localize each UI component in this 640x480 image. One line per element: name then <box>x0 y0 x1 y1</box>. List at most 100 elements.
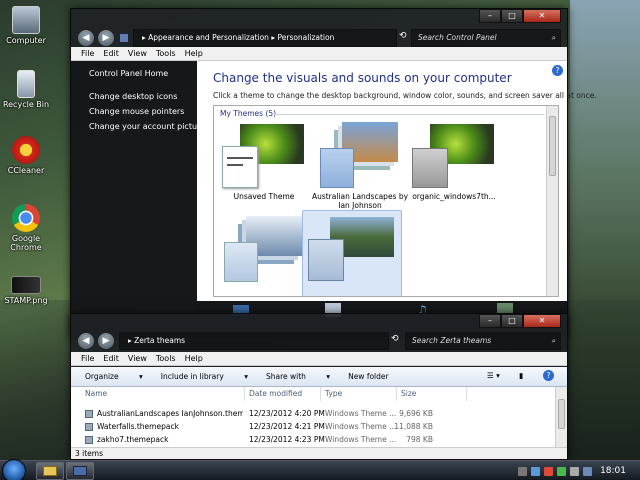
forward-button[interactable]: ▶ <box>97 29 115 47</box>
forward-button[interactable]: ▶ <box>97 332 115 350</box>
file-date: 12/23/2012 4:23 PM <box>249 435 325 444</box>
refresh-icon[interactable]: ⟲ <box>399 31 407 41</box>
theme-file-icon <box>85 410 93 418</box>
file-row[interactable]: AustralianLandscapes IanJohnson.theme...… <box>71 407 555 420</box>
desktop-icon-stamp-png[interactable]: STAMP.png <box>2 276 50 305</box>
theme-tile-4[interactable] <box>214 214 314 284</box>
organize-button[interactable]: Organize ▾ <box>85 372 143 381</box>
include-in-library-button[interactable]: Include in library ▾ <box>161 372 248 381</box>
start-button[interactable] <box>2 459 26 480</box>
theme-tile-australian-landscapes[interactable]: Australian Landscapes by Ian Johnson <box>310 122 410 210</box>
display-icon[interactable] <box>583 466 593 476</box>
minimize-button[interactable]: – <box>479 314 501 328</box>
theme-name: Unsaved Theme <box>233 192 295 201</box>
desktop-icon-computer[interactable]: Computer <box>2 6 50 45</box>
menu-view[interactable]: View <box>128 354 147 363</box>
maximize-button[interactable]: □ <box>501 314 523 328</box>
maximize-button[interactable]: □ <box>501 9 523 23</box>
file-list-scrollbar[interactable] <box>555 387 567 449</box>
group-label[interactable]: My Themes (5) <box>220 109 276 118</box>
back-button[interactable]: ◀ <box>77 332 95 350</box>
theme-thumbnail <box>216 214 312 284</box>
column-header-date[interactable]: Date modified <box>245 387 321 401</box>
window-color-preview <box>308 239 344 281</box>
breadcrumb-appearance[interactable]: Appearance and Personalization <box>148 33 269 42</box>
scrollbar-thumb[interactable] <box>558 399 565 429</box>
include-label: Include in library <box>160 372 224 381</box>
desktop-icon-recycle-bin[interactable]: Recycle Bin <box>2 70 50 109</box>
file-name: AustralianLandscapes IanJohnson.theme... <box>97 409 243 418</box>
theme-tile-organic[interactable]: organic_windows7th... <box>404 122 504 201</box>
refresh-icon[interactable]: ⟲ <box>391 334 399 344</box>
personalization-window[interactable]: – □ ✕ ◀ ▶ ▸ Appearance and Personalizati… <box>70 8 597 338</box>
window-color-preview <box>224 242 258 282</box>
explorer-menu-bar: File Edit View Tools Help <box>71 352 567 366</box>
address-bar[interactable]: ▸ Appearance and Personalization ▸ Perso… <box>133 29 397 47</box>
back-button[interactable]: ◀ <box>77 29 95 47</box>
tray-arrow-icon[interactable] <box>518 466 528 476</box>
search-folder-input[interactable]: Search Zerta theams ⌕ <box>405 332 561 350</box>
file-name: Waterfalls.themepack <box>97 422 179 431</box>
share-with-button[interactable]: Share with ▾ <box>266 372 330 381</box>
column-header-size[interactable]: Size <box>397 387 467 401</box>
minimize-button[interactable]: – <box>479 9 501 23</box>
theme-file-icon <box>85 436 93 444</box>
menu-help[interactable]: Help <box>185 49 203 58</box>
group-divider <box>274 114 544 115</box>
view-options-icon[interactable]: ☰ ▾ <box>487 371 500 380</box>
file-date: 12/23/2012 4:20 PM <box>249 409 325 418</box>
help-icon[interactable]: ? <box>552 65 563 76</box>
computer-icon <box>12 6 40 34</box>
help-icon[interactable]: ? <box>543 370 554 381</box>
breadcrumb-folder[interactable]: Zerta theams <box>134 336 185 345</box>
file-size: 9,696 KB <box>399 409 433 418</box>
explorer-address-bar[interactable]: ▸ Zerta theams <box>119 332 389 350</box>
menu-edit[interactable]: Edit <box>103 354 119 363</box>
status-bar: 3 items <box>71 447 567 459</box>
menu-file[interactable]: File <box>81 354 94 363</box>
link-change-mouse-pointers[interactable]: Change mouse pointers <box>89 107 197 116</box>
theme-name: organic_windows7th... <box>412 192 496 201</box>
scrollbar-thumb[interactable] <box>549 116 556 176</box>
menu-tools[interactable]: Tools <box>156 49 176 58</box>
theme-thumbnail <box>406 122 502 192</box>
personalization-content: ? Change the visuals and sounds on your … <box>197 61 597 301</box>
taskbar-explorer-button[interactable] <box>36 462 64 480</box>
column-header-type[interactable]: Type <box>321 387 397 401</box>
link-change-account-picture[interactable]: Change your account picture <box>89 122 205 131</box>
menu-edit[interactable]: Edit <box>103 49 119 58</box>
file-row[interactable]: Waterfalls.themepack 12/23/2012 4:21 PM … <box>71 420 555 433</box>
link-control-panel-home[interactable]: Control Panel Home <box>89 69 197 78</box>
explorer-window[interactable]: – □ ✕ ◀ ▶ ▸ Zerta theams ⟲ Search Zerta … <box>70 313 568 460</box>
tray-app-icon[interactable] <box>557 466 567 476</box>
preview-pane-icon[interactable]: ▮ <box>519 371 523 380</box>
menu-file[interactable]: File <box>81 49 94 58</box>
theme-tile-5-selected[interactable] <box>302 210 402 296</box>
image-file-icon <box>11 276 41 294</box>
close-button[interactable]: ✕ <box>523 9 561 23</box>
taskbar-control-panel-button[interactable] <box>66 462 94 480</box>
new-folder-button[interactable]: New folder <box>348 372 389 381</box>
menu-view[interactable]: View <box>128 49 147 58</box>
theme-tile-unsaved[interactable]: Unsaved Theme <box>214 122 314 201</box>
breadcrumb-personalization[interactable]: Personalization <box>277 33 334 42</box>
theme-name: Australian Landscapes by Ian Johnson <box>311 192 409 210</box>
link-change-desktop-icons[interactable]: Change desktop icons <box>89 92 197 101</box>
close-button[interactable]: ✕ <box>523 314 561 328</box>
desktop-icon-ccleaner[interactable]: CCleaner <box>2 136 50 175</box>
desktop-icon-google-chrome[interactable]: Google Chrome <box>2 204 50 252</box>
taskbar: 18:01 <box>0 459 640 480</box>
volume-icon[interactable] <box>570 466 580 476</box>
search-control-panel-input[interactable]: Search Control Panel ⌕ <box>411 29 561 47</box>
window-caption-buttons: – □ ✕ <box>479 9 561 23</box>
theme-gallery-scrollbar[interactable] <box>546 106 558 296</box>
security-flag-icon[interactable] <box>544 466 554 476</box>
network-icon[interactable] <box>531 466 541 476</box>
column-header-name[interactable]: Name <box>81 387 245 401</box>
search-placeholder: Search Zerta theams <box>412 336 492 345</box>
taskbar-clock[interactable]: 18:01 <box>600 466 626 476</box>
menu-help[interactable]: Help <box>185 354 203 363</box>
menu-tools[interactable]: Tools <box>156 354 176 363</box>
chrome-icon <box>12 204 40 232</box>
file-row[interactable]: zakho7.themepack 12/23/2012 4:23 PM Wind… <box>71 433 555 446</box>
